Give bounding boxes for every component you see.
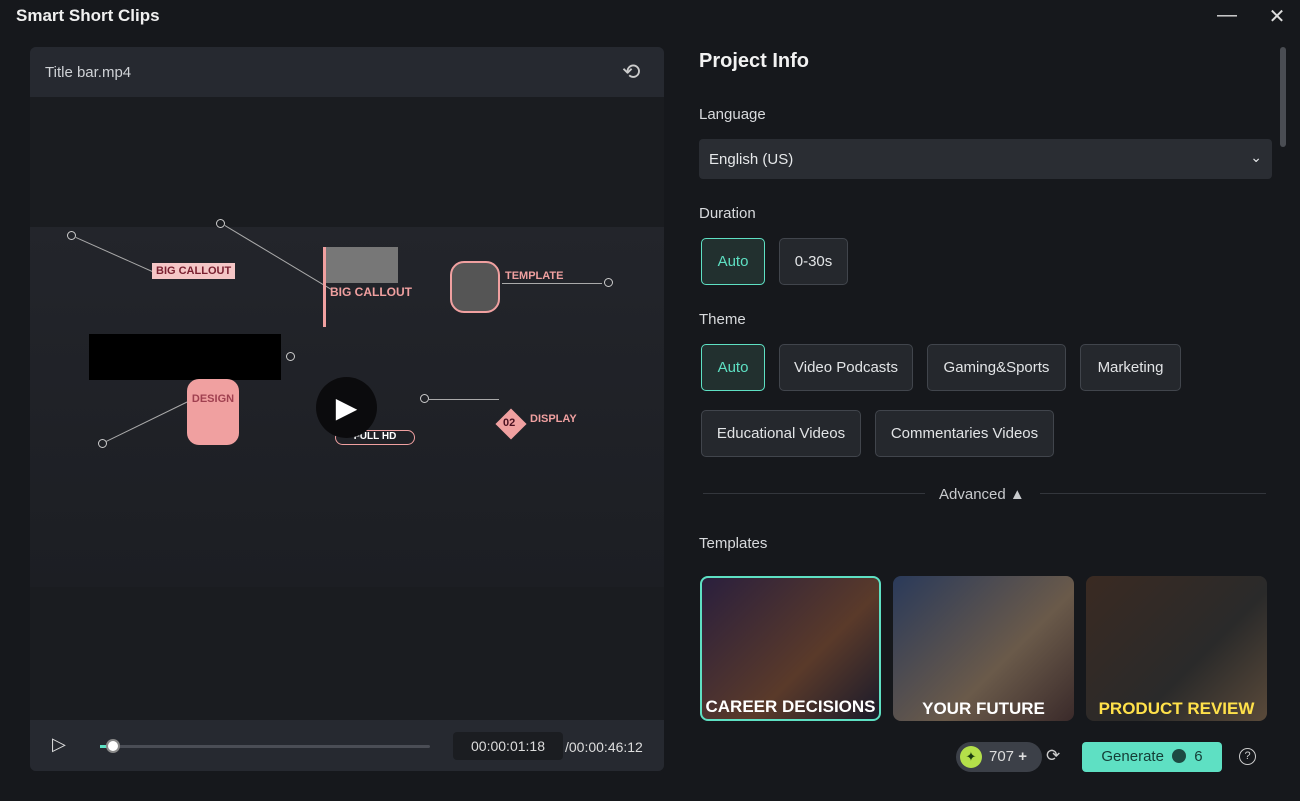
scrollbar[interactable]: [1280, 47, 1286, 147]
generate-button[interactable]: Generate 6: [1082, 742, 1222, 772]
divider: [1040, 493, 1266, 494]
overlay-label: BIG CALLOUT: [152, 263, 236, 279]
minimize-button[interactable]: —: [1214, 4, 1240, 28]
section-title: Project Info: [699, 50, 810, 72]
help-icon[interactable]: ?: [1239, 748, 1256, 765]
theme-educational-videos[interactable]: Educational Videos: [701, 410, 861, 457]
theme-label: Theme: [699, 311, 746, 328]
close-button[interactable]: ✕: [1264, 4, 1290, 28]
play-icon[interactable]: ▷: [52, 734, 66, 755]
redacted-box: [89, 334, 281, 380]
generate-cost: 6: [1194, 748, 1203, 765]
play-overlay-button[interactable]: ▶: [316, 377, 377, 438]
credits-count: 707: [989, 748, 1015, 765]
total-time: /00:00:46:12: [565, 739, 643, 755]
theme-gaming-sports[interactable]: Gaming&Sports: [927, 344, 1066, 391]
seek-thumb[interactable]: [106, 739, 121, 753]
current-time[interactable]: 00:00:01:18: [453, 732, 563, 760]
credits-badge[interactable]: ✦ 707 +: [956, 742, 1042, 772]
divider: [703, 493, 925, 494]
pointer-dot: [286, 352, 295, 361]
duration-auto[interactable]: Auto: [701, 238, 765, 285]
duration-label: Duration: [699, 205, 756, 222]
language-label: Language: [699, 106, 766, 123]
theme-video-podcasts[interactable]: Video Podcasts: [779, 344, 913, 391]
overlay-label: 02: [503, 417, 516, 429]
duration-0-30s[interactable]: 0-30s: [779, 238, 848, 285]
overlay-label: TEMPLATE: [505, 270, 564, 282]
window-title: Smart Short Clips: [16, 6, 160, 25]
theme-marketing[interactable]: Marketing: [1080, 344, 1181, 391]
credit-coin-icon: ✦: [960, 746, 982, 768]
template-card[interactable]: CAREER DECISIONS: [700, 576, 881, 721]
template-caption: PRODUCT REVIEW: [1098, 699, 1255, 718]
seek-slider[interactable]: [100, 739, 430, 753]
preview-header: Title bar.mp4 ⟲: [30, 47, 664, 97]
chevron-down-icon: ⌄: [1250, 149, 1262, 165]
pointer-dot: [216, 219, 225, 228]
templates-label: Templates: [699, 535, 768, 552]
playback-controls: ▷ 00:00:01:18 /00:00:46:12: [30, 720, 664, 771]
template-card[interactable]: YOUR FUTURE: [893, 576, 1074, 721]
file-name: Title bar.mp4: [45, 64, 132, 81]
template-card[interactable]: PRODUCT REVIEW: [1086, 576, 1267, 721]
preview-panel: Title bar.mp4 ⟲ BIG CALLOUT BIG CALLOUT …: [30, 47, 664, 771]
reset-icon[interactable]: ⟲: [622, 59, 640, 85]
pointer-dot: [420, 394, 429, 403]
overlay-label: BIG CALLOUT: [330, 285, 412, 299]
overlay-label: DESIGN: [187, 379, 239, 445]
theme-auto[interactable]: Auto: [701, 344, 765, 391]
template-caption: YOUR FUTURE: [922, 699, 1045, 718]
pointer-dot: [67, 231, 76, 240]
pointer-dot: [604, 278, 613, 287]
video-preview[interactable]: BIG CALLOUT BIG CALLOUT TEMPLATE DESIGN …: [30, 97, 664, 720]
generate-label: Generate: [1101, 748, 1164, 765]
template-caption: CAREER DECISIONS: [705, 697, 876, 716]
add-credits-icon[interactable]: +: [1018, 748, 1027, 765]
advanced-toggle[interactable]: Advanced ▲: [939, 486, 1025, 503]
language-select[interactable]: English (US) ⌄: [699, 139, 1272, 179]
overlay-label: DISPLAY: [530, 413, 577, 425]
language-value: English (US): [709, 151, 794, 168]
theme-commentaries-videos[interactable]: Commentaries Videos: [875, 410, 1054, 457]
refresh-icon[interactable]: ⟳: [1046, 746, 1060, 766]
credit-icon: [1172, 749, 1187, 763]
